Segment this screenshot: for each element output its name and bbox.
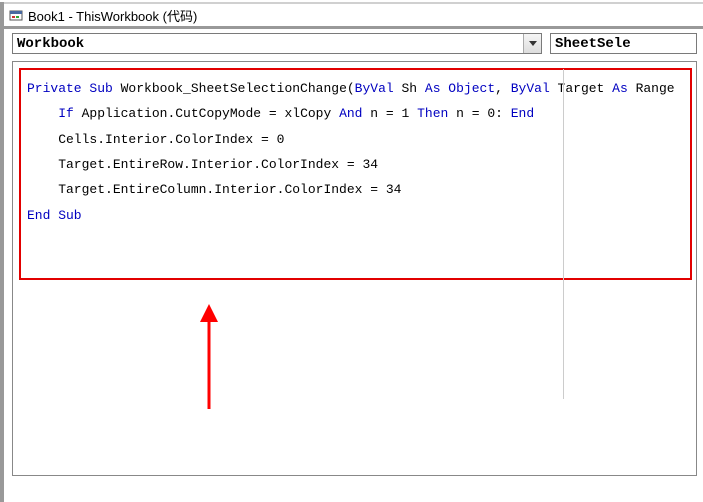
code-keyword: End Sub xyxy=(27,208,82,223)
dropdown-row: Workbook SheetSele xyxy=(4,29,703,58)
code-text: n = 0: xyxy=(448,106,510,121)
chevron-down-icon[interactable] xyxy=(523,34,541,53)
object-dropdown-text: Workbook xyxy=(13,36,84,52)
title-bar: Book1 - ThisWorkbook (代码) xyxy=(4,2,703,26)
code-keyword: Then xyxy=(417,106,448,121)
procedure-dropdown[interactable]: SheetSele xyxy=(550,33,697,54)
module-icon xyxy=(8,7,24,23)
vertical-separator xyxy=(563,69,564,399)
window-body: Workbook SheetSele Private Sub Workbook_… xyxy=(4,26,703,476)
window-frame: Book1 - ThisWorkbook (代码) Workbook Sheet… xyxy=(0,2,703,502)
code-text: Workbook_SheetSelectionChange( xyxy=(113,81,355,96)
code-text xyxy=(27,106,58,121)
code-keyword: ByVal xyxy=(355,81,394,96)
code-text: n = 1 xyxy=(362,106,417,121)
arrow-up-annotation-icon xyxy=(194,304,224,418)
code-text: Range xyxy=(628,81,675,96)
code-keyword: And xyxy=(339,106,362,121)
code-editor-container: Private Sub Workbook_SheetSelectionChang… xyxy=(12,61,697,476)
code-text: Application.CutCopyMode = xlCopy xyxy=(74,106,339,121)
code-text: Sh xyxy=(394,81,425,96)
code-text: Target.EntireColumn.Interior.ColorIndex … xyxy=(27,182,401,197)
code-keyword: As Object xyxy=(425,81,495,96)
object-dropdown[interactable]: Workbook xyxy=(12,33,542,54)
code-keyword: If xyxy=(58,106,74,121)
window-title: Book1 - ThisWorkbook (代码) xyxy=(28,6,197,25)
code-keyword: As xyxy=(612,81,628,96)
procedure-dropdown-text: SheetSele xyxy=(551,36,631,52)
code-keyword: ByVal xyxy=(511,81,550,96)
code-editor[interactable]: Private Sub Workbook_SheetSelectionChang… xyxy=(19,68,692,280)
code-text: Target.EntireRow.Interior.ColorIndex = 3… xyxy=(27,157,378,172)
code-keyword: Private Sub xyxy=(27,81,113,96)
code-text: Target xyxy=(550,81,612,96)
code-text: Cells.Interior.ColorIndex = 0 xyxy=(27,132,284,147)
code-text: , xyxy=(495,81,511,96)
code-keyword: End xyxy=(511,106,534,121)
